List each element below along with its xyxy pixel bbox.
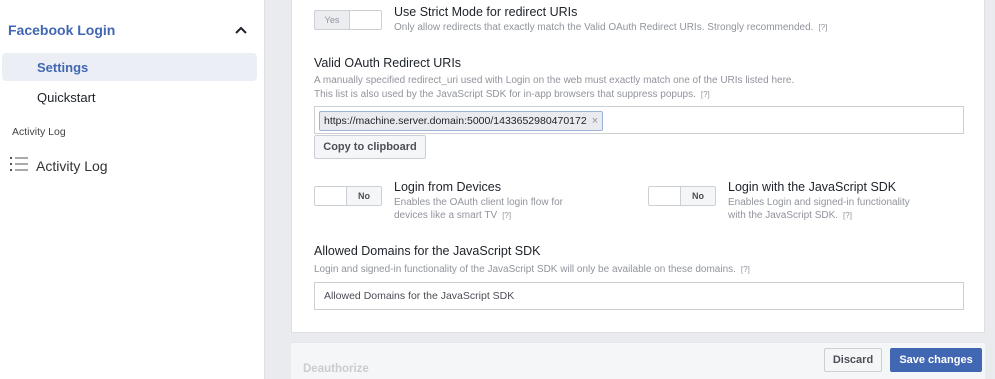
facebook-login-section-header[interactable]: Facebook Login [8, 20, 248, 40]
help-link[interactable]: [?] [701, 90, 710, 99]
login-devices-title: Login from Devices [394, 180, 501, 194]
toggle-state-label: Yes [315, 11, 350, 29]
help-link[interactable]: [?] [818, 23, 827, 32]
login-js-sdk-title: Login with the JavaScript SDK [728, 180, 897, 194]
discard-button[interactable]: Discard [824, 348, 882, 372]
redirect-uri-tag: https://machine.server.domain:5000/14336… [319, 111, 604, 131]
redirect-uris-description-line2: This list is also used by the JavaScript… [314, 89, 710, 100]
login-devices-description-line2: devices like a smart TV [?] [394, 210, 512, 221]
save-changes-button[interactable]: Save changes [890, 348, 982, 372]
section-title: Facebook Login [8, 22, 116, 38]
sidebar-item-quickstart[interactable]: Quickstart [2, 83, 257, 111]
sidebar-item-label: Activity Log [36, 158, 108, 174]
allowed-domains-description: Login and signed-in functionality of the… [314, 264, 750, 275]
strict-mode-description: Only allow redirects that exactly match … [394, 22, 828, 33]
toggle-state-label: No [346, 187, 381, 205]
redirect-uri-value: https://machine.server.domain:5000/14336… [324, 115, 587, 127]
sidebar: Facebook Login Settings Quickstart Activ… [0, 0, 265, 379]
redirect-uris-input[interactable]: https://machine.server.domain:5000/14336… [314, 106, 964, 134]
copy-to-clipboard-button[interactable]: Copy to clipboard [314, 135, 426, 159]
redirect-uris-title: Valid OAuth Redirect URIs [314, 56, 462, 70]
login-devices-description-line1: Enables the OAuth client login flow for [394, 197, 563, 208]
login-js-sdk-description-line1: Enables Login and signed-in functionalit… [728, 197, 910, 208]
toggle-state-label: No [680, 187, 715, 205]
help-link[interactable]: [?] [502, 211, 511, 220]
login-js-sdk-description-line2: with the JavaScript SDK. [?] [728, 210, 852, 221]
strict-mode-toggle[interactable]: Yes [314, 10, 382, 30]
remove-tag-icon[interactable]: × [592, 115, 598, 127]
sidebar-item-label: Quickstart [37, 89, 96, 105]
activity-section-label: Activity Log [12, 126, 66, 138]
sidebar-item-activity-log[interactable]: Activity Log [10, 155, 108, 177]
allowed-domains-title: Allowed Domains for the JavaScript SDK [314, 244, 541, 258]
login-js-sdk-toggle[interactable]: No [648, 186, 716, 206]
sidebar-item-settings[interactable]: Settings [2, 53, 257, 81]
login-devices-toggle[interactable]: No [314, 186, 382, 206]
chevron-up-icon[interactable] [234, 23, 248, 37]
redirect-uris-description-line1: A manually specified redirect_uri used w… [314, 75, 795, 86]
help-link[interactable]: [?] [843, 211, 852, 220]
help-link[interactable]: [?] [741, 265, 750, 274]
allowed-domains-input[interactable] [314, 282, 964, 310]
deauthorize-label: Deauthorize [303, 363, 369, 375]
strict-mode-title: Use Strict Mode for redirect URIs [394, 5, 578, 19]
list-icon [10, 156, 28, 177]
settings-panel: Yes Use Strict Mode for redirect URIs On… [291, 0, 985, 333]
sidebar-item-label: Settings [37, 59, 89, 75]
